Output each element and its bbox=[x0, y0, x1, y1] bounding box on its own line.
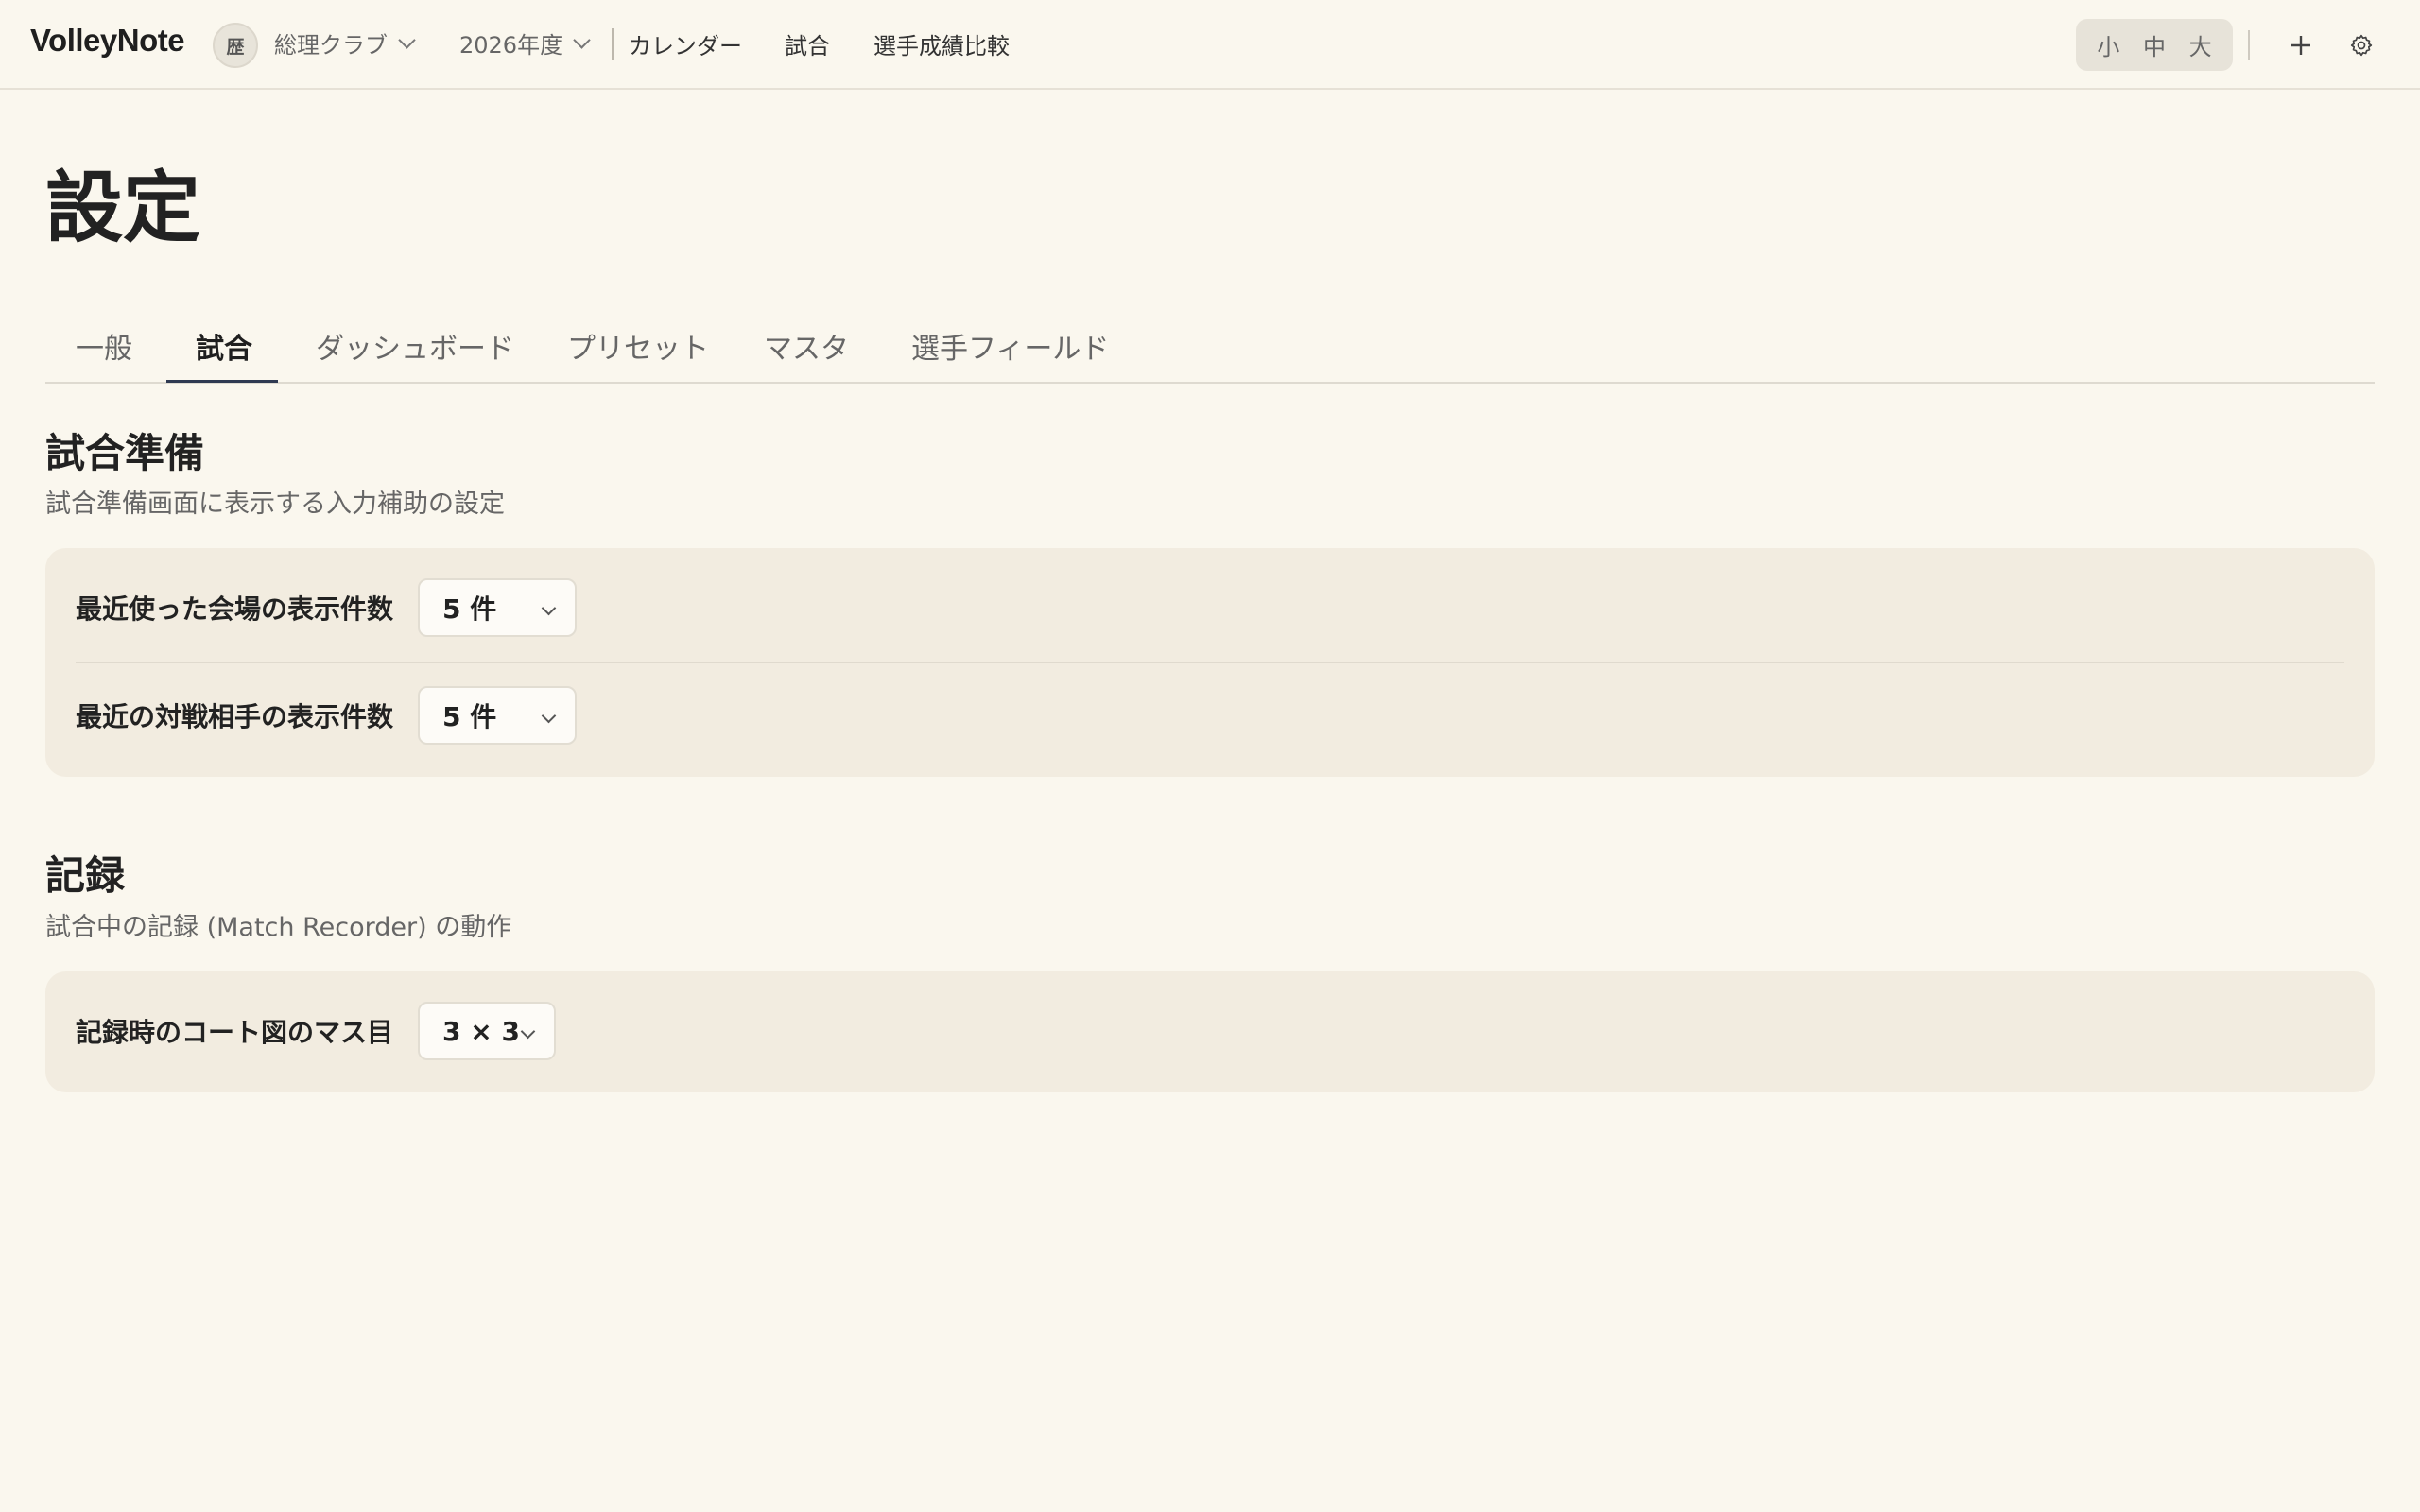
section-title-match-prep: 試合準備 bbox=[45, 430, 205, 476]
top-bar: VolleyNote 歴 総理クラブ 2026年度 カレンダー 試合 選手成績比… bbox=[0, 0, 2420, 90]
tab-presets[interactable]: プリセット bbox=[567, 325, 709, 367]
tab-general[interactable]: 一般 bbox=[76, 325, 132, 367]
recording-panel: 記録時のコート図のマス目 3 × 3 bbox=[45, 971, 2375, 1092]
club-name: 総理クラブ bbox=[274, 32, 388, 59]
chevron-down-icon bbox=[541, 708, 557, 724]
page-title: 設定 bbox=[45, 163, 201, 253]
setting-row-court-grid: 記録時のコート図のマス目 3 × 3 bbox=[76, 1002, 2344, 1060]
add-button[interactable] bbox=[2280, 25, 2322, 66]
settings-button[interactable] bbox=[2341, 25, 2382, 66]
gear-icon bbox=[2350, 34, 2373, 57]
setting-label: 記録時のコート図のマス目 bbox=[76, 1017, 394, 1048]
row-divider bbox=[76, 662, 2344, 663]
section-subtitle-match-prep: 試合準備画面に表示する入力補助の設定 bbox=[45, 490, 505, 519]
setting-row-recent-opponents: 最近の対戦相手の表示件数 5 件 bbox=[76, 686, 2344, 745]
year-selector[interactable]: 2026年度 bbox=[459, 26, 591, 60]
header-divider bbox=[2248, 30, 2250, 60]
font-size-medium[interactable]: 中 bbox=[2143, 28, 2166, 61]
nav-divider bbox=[612, 28, 614, 60]
nav-matches[interactable]: 試合 bbox=[785, 27, 830, 60]
nav-calendar[interactable]: カレンダー bbox=[629, 27, 742, 60]
chevron-down-icon bbox=[398, 31, 416, 49]
tab-master[interactable]: マスタ bbox=[764, 325, 849, 367]
match-prep-panel: 最近使った会場の表示件数 5 件 最近の対戦相手の表示件数 5 件 bbox=[45, 548, 2375, 777]
year-label: 2026年度 bbox=[459, 32, 563, 59]
nav-player-compare[interactable]: 選手成績比較 bbox=[873, 27, 1010, 60]
court-grid-select[interactable]: 3 × 3 bbox=[418, 1002, 556, 1060]
section-title-recording: 記録 bbox=[45, 852, 126, 899]
select-value: 3 × 3 bbox=[442, 1015, 520, 1047]
font-size-toggle: 小 中 大 bbox=[2076, 19, 2233, 71]
tab-player-fields[interactable]: 選手フィールド bbox=[911, 325, 1109, 367]
setting-label: 最近の対戦相手の表示件数 bbox=[76, 701, 394, 732]
active-tab-indicator bbox=[166, 380, 278, 383]
app-logo[interactable]: VolleyNote bbox=[30, 23, 185, 59]
settings-tabs: 一般 試合 ダッシュボード プリセット マスタ 選手フィールド bbox=[45, 312, 2375, 384]
select-value: 5 件 bbox=[442, 701, 497, 732]
recent-opponents-select[interactable]: 5 件 bbox=[418, 686, 577, 745]
chevron-down-icon bbox=[573, 31, 591, 49]
section-subtitle-recording: 試合中の記録 (Match Recorder) の動作 bbox=[45, 913, 512, 942]
chevron-down-icon bbox=[541, 600, 557, 616]
font-size-large[interactable]: 大 bbox=[2189, 28, 2212, 61]
chevron-down-icon bbox=[520, 1023, 536, 1040]
font-size-small[interactable]: 小 bbox=[2097, 28, 2119, 61]
select-value: 5 件 bbox=[442, 593, 497, 625]
club-selector[interactable]: 総理クラブ bbox=[274, 26, 416, 60]
tab-dashboard[interactable]: ダッシュボード bbox=[316, 325, 514, 367]
recent-venues-select[interactable]: 5 件 bbox=[418, 578, 577, 637]
setting-row-recent-venues: 最近使った会場の表示件数 5 件 bbox=[76, 578, 2344, 637]
tab-match[interactable]: 試合 bbox=[196, 325, 252, 367]
setting-label: 最近使った会場の表示件数 bbox=[76, 593, 394, 625]
club-avatar[interactable]: 歴 bbox=[213, 23, 258, 68]
plus-icon bbox=[2291, 36, 2310, 55]
